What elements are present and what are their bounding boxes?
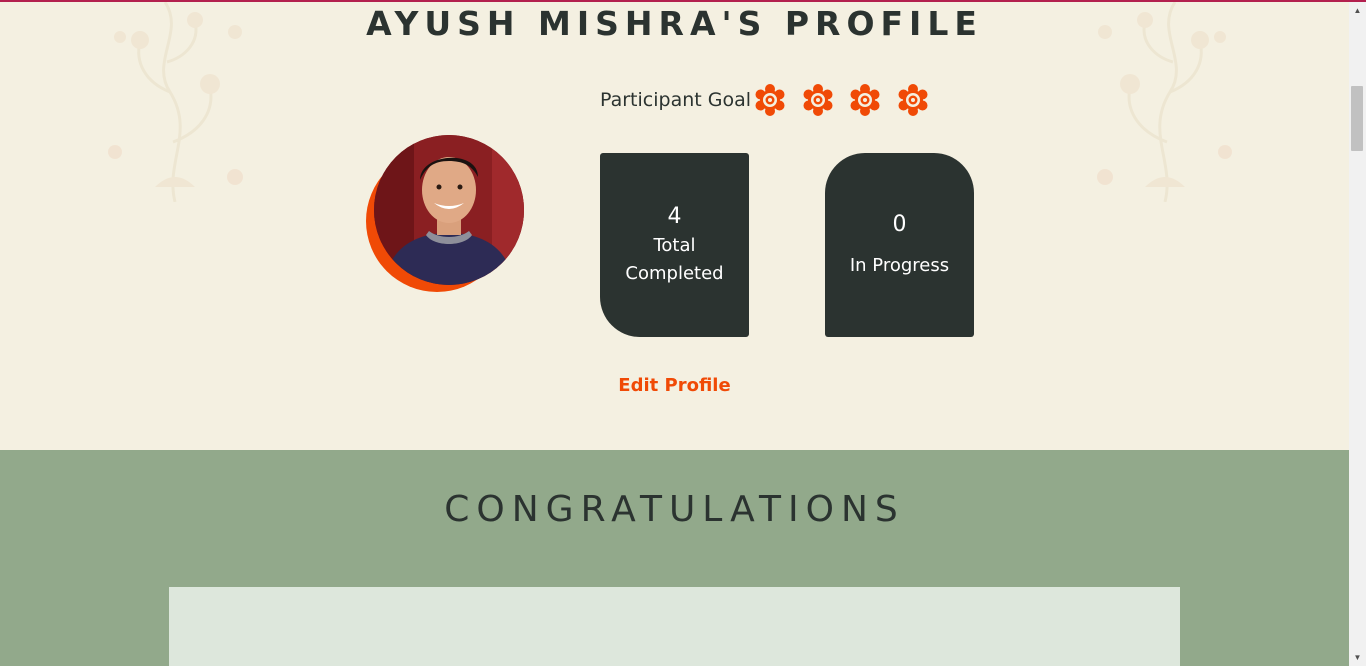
flower-badge-icon: [897, 84, 929, 116]
in-progress-label: In Progress: [849, 255, 950, 276]
total-completed-label: Total Completed: [625, 235, 724, 284]
participant-goal: Participant Goal: [600, 82, 944, 118]
flower-badge-icon: [802, 84, 834, 116]
page: AYUSH MISHRA'S PROFILE Participant Goal: [0, 2, 1349, 666]
vertical-scrollbar[interactable]: ▲ ▼: [1349, 2, 1366, 666]
congratulations-title: CONGRATULATIONS: [444, 489, 905, 530]
in-progress-card: 0 In Progress: [825, 153, 974, 337]
scrollbar-thumb[interactable]: [1351, 86, 1363, 151]
participant-goal-label: Participant Goal: [600, 89, 752, 111]
congratulations-panel: [169, 587, 1180, 666]
avatar: [364, 133, 528, 297]
avatar-photo: [374, 135, 524, 285]
total-completed-value: 4: [667, 204, 682, 229]
profile-hero: AYUSH MISHRA'S PROFILE Participant Goal: [0, 2, 1349, 450]
congratulations-section: CONGRATULATIONS: [0, 450, 1349, 666]
page-title: AYUSH MISHRA'S PROFILE: [366, 4, 983, 43]
flower-badge-icon: [849, 84, 881, 116]
in-progress-value: 0: [892, 212, 907, 237]
total-completed-card: 4 Total Completed: [600, 153, 749, 337]
flower-badge-icon: [754, 84, 786, 116]
edit-profile-link[interactable]: Edit Profile: [0, 375, 1349, 396]
scroll-up-arrow-icon[interactable]: ▲: [1349, 2, 1366, 19]
scroll-down-arrow-icon[interactable]: ▼: [1349, 649, 1366, 666]
